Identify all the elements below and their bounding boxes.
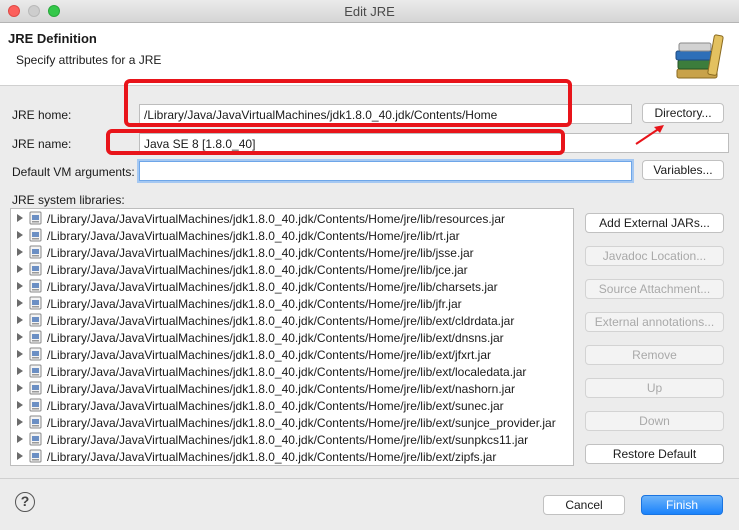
- title-bar: Edit JRE: [0, 0, 739, 23]
- jar-file-icon: [29, 432, 42, 446]
- vm-args-field[interactable]: [139, 161, 632, 181]
- library-path: /Library/Java/JavaVirtualMachines/jdk1.8…: [47, 399, 504, 413]
- list-item[interactable]: /Library/Java/JavaVirtualMachines/jdk1.8…: [11, 278, 571, 295]
- annotation-box-jre-home: [124, 79, 572, 127]
- expand-triangle-icon[interactable]: [17, 299, 23, 307]
- remove-button[interactable]: Remove: [585, 345, 724, 365]
- header-title: JRE Definition: [8, 31, 97, 46]
- list-item[interactable]: /Library/Java/JavaVirtualMachines/jdk1.8…: [11, 312, 571, 329]
- down-button[interactable]: Down: [585, 411, 724, 431]
- jar-file-icon: [29, 364, 42, 378]
- library-path: /Library/Java/JavaVirtualMachines/jdk1.8…: [47, 246, 474, 260]
- libraries-list[interactable]: /Library/Java/JavaVirtualMachines/jdk1.8…: [10, 208, 574, 466]
- expand-triangle-icon[interactable]: [17, 452, 23, 460]
- annotation-arrow-icon: [635, 125, 664, 145]
- list-item[interactable]: /Library/Java/JavaVirtualMachines/jdk1.8…: [11, 414, 571, 431]
- library-path: /Library/Java/JavaVirtualMachines/jdk1.8…: [47, 433, 529, 447]
- expand-triangle-icon[interactable]: [17, 248, 23, 256]
- list-item[interactable]: /Library/Java/JavaVirtualMachines/jdk1.8…: [11, 431, 571, 448]
- expand-triangle-icon[interactable]: [17, 401, 23, 409]
- annotation-box-jre-name: [106, 129, 565, 155]
- add-external-jars-button[interactable]: Add External JARs...: [585, 213, 724, 233]
- jar-file-icon: [29, 313, 42, 327]
- jar-file-icon: [29, 245, 42, 259]
- list-item[interactable]: /Library/Java/JavaVirtualMachines/jdk1.8…: [11, 380, 571, 397]
- footer-divider: [0, 478, 739, 479]
- library-path: /Library/Java/JavaVirtualMachines/jdk1.8…: [47, 212, 505, 226]
- dialog-header: JRE Definition Specify attributes for a …: [0, 23, 739, 86]
- library-path: /Library/Java/JavaVirtualMachines/jdk1.8…: [47, 348, 491, 362]
- expand-triangle-icon[interactable]: [17, 214, 23, 222]
- up-button[interactable]: Up: [585, 378, 724, 398]
- jar-file-icon: [29, 211, 42, 225]
- library-path: /Library/Java/JavaVirtualMachines/jdk1.8…: [47, 382, 516, 396]
- library-path: /Library/Java/JavaVirtualMachines/jdk1.8…: [47, 365, 527, 379]
- expand-triangle-icon[interactable]: [17, 231, 23, 239]
- vm-args-label: Default VM arguments:: [12, 165, 135, 179]
- window-title: Edit JRE: [344, 4, 395, 19]
- help-icon[interactable]: ?: [15, 492, 35, 512]
- cancel-button[interactable]: Cancel: [543, 495, 625, 515]
- library-path: /Library/Java/JavaVirtualMachines/jdk1.8…: [47, 331, 504, 345]
- list-item[interactable]: /Library/Java/JavaVirtualMachines/jdk1.8…: [11, 346, 571, 363]
- library-path: /Library/Java/JavaVirtualMachines/jdk1.8…: [47, 229, 460, 243]
- expand-triangle-icon[interactable]: [17, 418, 23, 426]
- list-item[interactable]: /Library/Java/JavaVirtualMachines/jdk1.8…: [11, 295, 571, 312]
- jar-file-icon: [29, 296, 42, 310]
- external-annotations-button[interactable]: External annotations...: [585, 312, 724, 332]
- list-item[interactable]: /Library/Java/JavaVirtualMachines/jdk1.8…: [11, 397, 571, 414]
- header-subtitle: Specify attributes for a JRE: [16, 53, 162, 67]
- list-item[interactable]: /Library/Java/JavaVirtualMachines/jdk1.8…: [11, 244, 571, 261]
- expand-triangle-icon[interactable]: [17, 282, 23, 290]
- library-books-icon: [675, 34, 724, 79]
- jar-file-icon: [29, 415, 42, 429]
- libraries-label: JRE system libraries:: [12, 193, 125, 207]
- jar-file-icon: [29, 228, 42, 242]
- jre-name-label: JRE name:: [12, 137, 72, 151]
- list-item[interactable]: /Library/Java/JavaVirtualMachines/jdk1.8…: [11, 448, 571, 465]
- expand-triangle-icon[interactable]: [17, 350, 23, 358]
- jar-file-icon: [29, 279, 42, 293]
- jar-file-icon: [29, 398, 42, 412]
- jre-home-label: JRE home:: [12, 108, 72, 122]
- expand-triangle-icon[interactable]: [17, 316, 23, 324]
- jar-file-icon: [29, 330, 42, 344]
- library-path: /Library/Java/JavaVirtualMachines/jdk1.8…: [47, 450, 497, 464]
- library-path: /Library/Java/JavaVirtualMachines/jdk1.8…: [47, 416, 556, 430]
- list-item[interactable]: /Library/Java/JavaVirtualMachines/jdk1.8…: [11, 329, 571, 346]
- source-attachment-button[interactable]: Source Attachment...: [585, 279, 724, 299]
- expand-triangle-icon[interactable]: [17, 435, 23, 443]
- jar-file-icon: [29, 347, 42, 361]
- expand-triangle-icon[interactable]: [17, 384, 23, 392]
- jar-file-icon: [29, 449, 42, 463]
- list-item[interactable]: /Library/Java/JavaVirtualMachines/jdk1.8…: [11, 363, 571, 380]
- jar-file-icon: [29, 262, 42, 276]
- expand-triangle-icon[interactable]: [17, 333, 23, 341]
- library-path: /Library/Java/JavaVirtualMachines/jdk1.8…: [47, 263, 468, 277]
- variables-button[interactable]: Variables...: [642, 160, 724, 180]
- library-path: /Library/Java/JavaVirtualMachines/jdk1.8…: [47, 314, 515, 328]
- finish-button[interactable]: Finish: [641, 495, 723, 515]
- list-item[interactable]: /Library/Java/JavaVirtualMachines/jdk1.8…: [11, 210, 571, 227]
- jar-file-icon: [29, 381, 42, 395]
- expand-triangle-icon[interactable]: [17, 265, 23, 273]
- library-path: /Library/Java/JavaVirtualMachines/jdk1.8…: [47, 280, 498, 294]
- restore-default-button[interactable]: Restore Default: [585, 444, 724, 464]
- library-path: /Library/Java/JavaVirtualMachines/jdk1.8…: [47, 297, 462, 311]
- javadoc-location-button[interactable]: Javadoc Location...: [585, 246, 724, 266]
- expand-triangle-icon[interactable]: [17, 367, 23, 375]
- list-item[interactable]: /Library/Java/JavaVirtualMachines/jdk1.8…: [11, 261, 571, 278]
- list-item[interactable]: /Library/Java/JavaVirtualMachines/jdk1.8…: [11, 227, 571, 244]
